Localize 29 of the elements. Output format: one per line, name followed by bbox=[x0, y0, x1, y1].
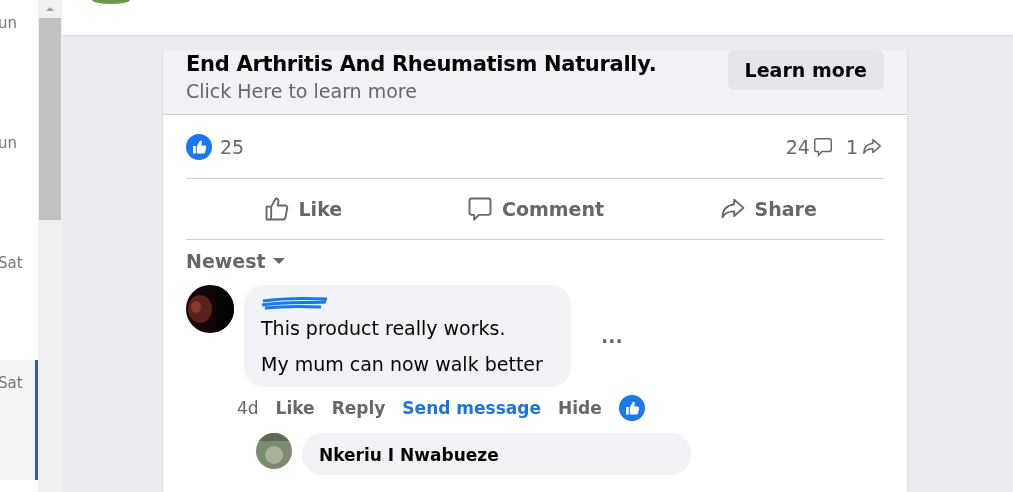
caret-icon bbox=[271, 257, 286, 265]
like-count[interactable]: 25 bbox=[220, 135, 245, 158]
scrollbar[interactable] bbox=[38, 0, 62, 492]
comment-action-link[interactable]: Reply bbox=[331, 398, 386, 418]
sidebar-item[interactable]: un bbox=[0, 120, 38, 240]
comment-action-link[interactable]: Send message bbox=[402, 398, 541, 418]
share-button[interactable]: Share bbox=[651, 179, 884, 239]
scrollbar-thumb[interactable] bbox=[39, 18, 61, 220]
speech-bubble-icon bbox=[811, 135, 834, 158]
learn-more-button[interactable]: Learn more bbox=[727, 50, 884, 90]
comment-time[interactable]: 4d bbox=[237, 398, 259, 418]
share-count[interactable]: 1 bbox=[845, 135, 858, 158]
reply-author: Nkeriu I Nwabueze bbox=[302, 433, 691, 475]
comment-action-link[interactable]: Like bbox=[275, 398, 315, 418]
like-reaction-icon bbox=[618, 395, 645, 421]
comment-count[interactable]: 24 bbox=[785, 135, 810, 158]
like-button[interactable]: Like bbox=[186, 179, 419, 239]
comment-text: This product really works. bbox=[261, 317, 507, 339]
ad-headline: End Arthritis And Rheumatism Naturally. bbox=[186, 52, 657, 76]
ad-subtitle: Click Here to learn more bbox=[186, 80, 418, 102]
more-options-button[interactable]: ... bbox=[601, 325, 623, 347]
like-reaction-icon bbox=[186, 133, 212, 160]
logo-icon bbox=[92, 0, 130, 4]
comment-action-link[interactable]: Hide bbox=[558, 398, 602, 418]
sidebar-item[interactable]: un bbox=[0, 0, 38, 120]
redaction-scribble-icon bbox=[261, 295, 329, 311]
comment-text: My mum can now walk better bbox=[261, 353, 544, 375]
comment-button[interactable]: Comment bbox=[418, 179, 652, 239]
sort-dropdown[interactable]: Newest bbox=[186, 250, 286, 272]
